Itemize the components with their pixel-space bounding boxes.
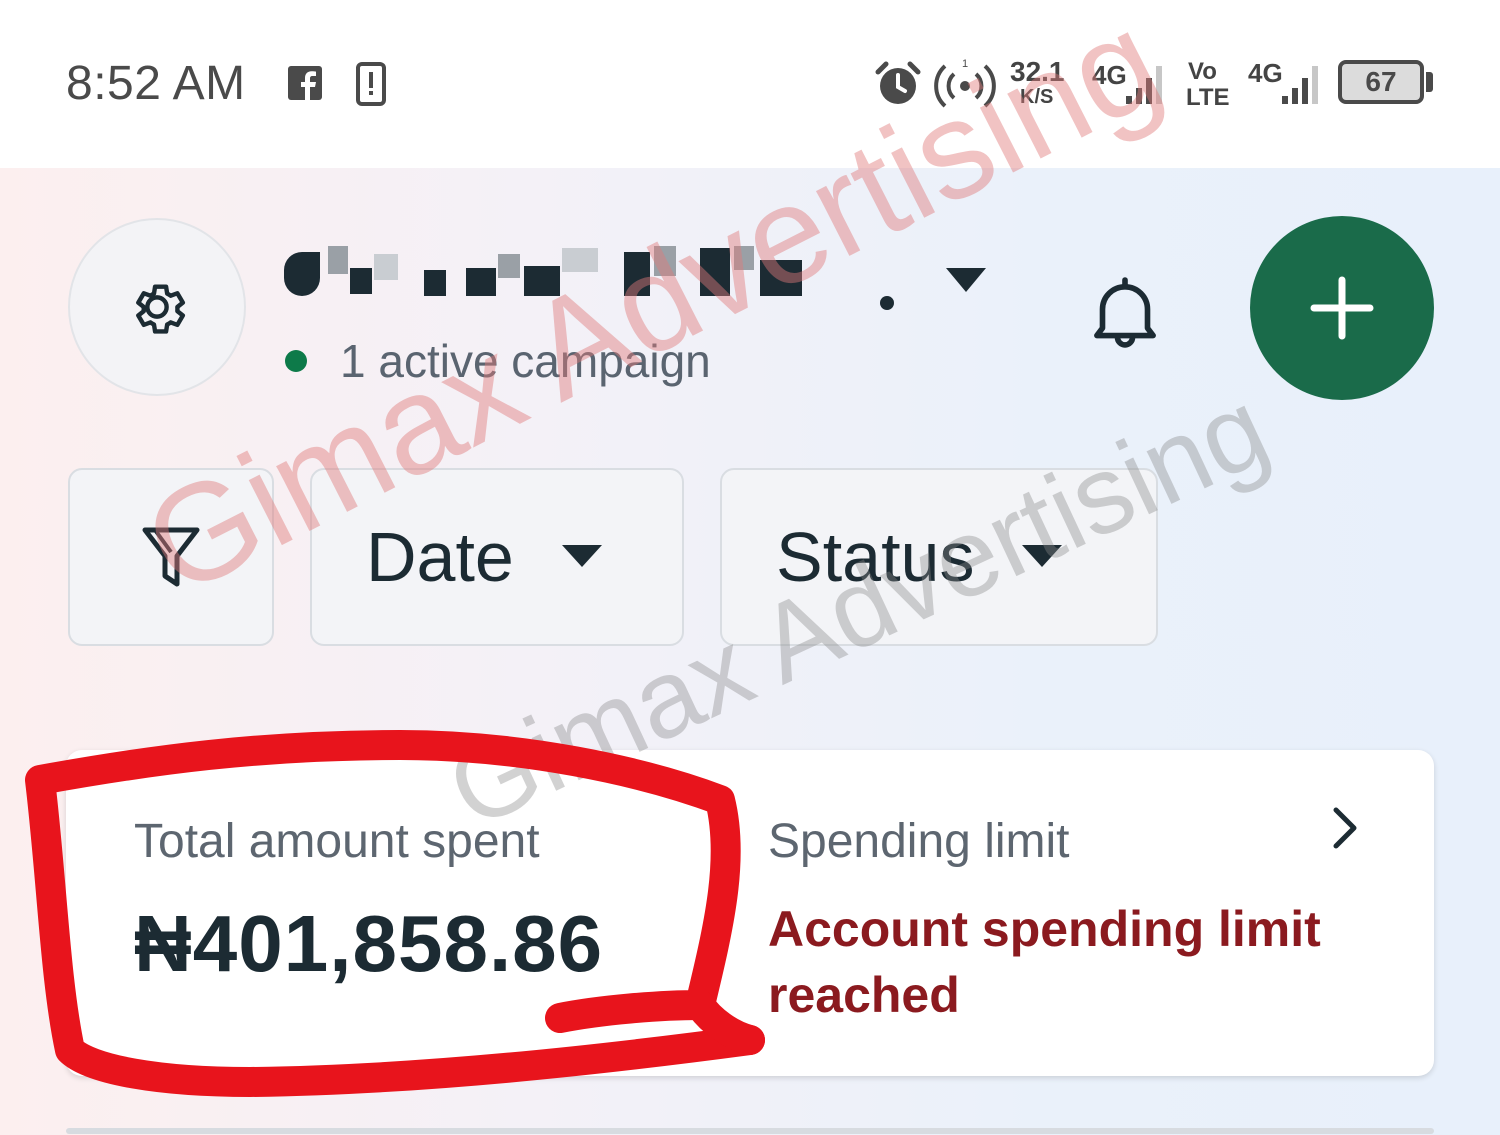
battery-tip xyxy=(1426,72,1433,92)
net-speed-value: 32.1 xyxy=(1010,56,1065,87)
svg-text:1: 1 xyxy=(962,58,968,70)
account-selector[interactable] xyxy=(284,246,804,306)
active-campaign-count: 1 active campaign xyxy=(340,335,711,387)
chevron-right-icon[interactable] xyxy=(1330,806,1360,850)
clock: 8:52 AM xyxy=(66,57,246,110)
net-speed-unit: K/S xyxy=(1020,86,1054,108)
account-name-dot xyxy=(880,296,894,310)
caret-down-icon xyxy=(1022,545,1063,567)
sim2-network-label: 4G xyxy=(1248,58,1283,88)
bell-icon[interactable] xyxy=(1080,268,1170,358)
battery-icon: 67 xyxy=(1338,60,1424,104)
ads-manager-app: 1 active campaign Date Status Total amou… xyxy=(0,168,1500,1135)
next-card-edge xyxy=(66,1128,1434,1134)
signal-icon xyxy=(1126,66,1162,104)
volte-top: Vo xyxy=(1188,58,1217,85)
filter-button[interactable] xyxy=(68,468,274,646)
status-filter-label: Status xyxy=(776,518,975,596)
alarm-icon xyxy=(875,61,921,104)
spending-limit-status: Account spending limit reached xyxy=(768,901,1321,1023)
total-spent-label: Total amount spent xyxy=(134,815,540,868)
gear-icon xyxy=(136,284,186,334)
spend-summary-card[interactable]: Total amount spent ₦401,858.86 Spending … xyxy=(66,750,1434,1076)
date-filter-label: Date xyxy=(366,518,514,596)
settings-button[interactable] xyxy=(68,218,246,396)
caret-down-icon xyxy=(561,545,602,567)
filter-icon xyxy=(142,527,200,587)
sim1-network-label: 4G xyxy=(1092,60,1127,90)
date-filter-chip[interactable]: Date xyxy=(310,468,684,646)
spending-limit-label: Spending limit xyxy=(768,815,1070,868)
phone-alert-icon xyxy=(356,62,386,106)
battery-level: 67 xyxy=(1365,66,1397,97)
total-spent-value: ₦401,858.86 xyxy=(134,899,604,988)
status-filter-chip[interactable]: Status xyxy=(720,468,1158,646)
create-button[interactable] xyxy=(1250,216,1434,400)
caret-down-icon[interactable] xyxy=(946,268,986,294)
volte-bottom: LTE xyxy=(1186,84,1230,111)
active-status-dot xyxy=(285,350,307,372)
status-bar: 8:52 AM 1 32.1 K/S 4G Vo LTE 4G 67 xyxy=(0,0,1500,168)
signal-icon xyxy=(1282,66,1318,104)
hotspot-icon: 1 xyxy=(934,58,996,108)
facebook-icon xyxy=(288,66,322,100)
plus-icon xyxy=(1310,276,1374,340)
